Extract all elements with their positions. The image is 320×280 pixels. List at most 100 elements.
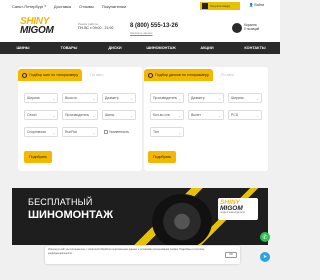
disk-diameter-select[interactable]: Диаметр ⌄ — [188, 93, 224, 103]
chevron-down-icon: ▾ — [44, 4, 46, 8]
chevron-down-icon: ⌄ — [92, 131, 95, 135]
cookie-accept-button[interactable]: Ок — [225, 252, 237, 258]
chevron-down-icon: ⌄ — [218, 97, 221, 101]
width-label: Ширина — [27, 96, 40, 100]
banner-line2: ШИНОМОНТАЖ — [28, 209, 114, 221]
tab-disk-by-car[interactable]: По авто — [213, 69, 234, 81]
chevron-down-icon: ⌄ — [52, 97, 55, 101]
chevron-down-icon: ⌄ — [178, 97, 181, 101]
runflat-select[interactable]: RunFlat ⌄ — [62, 127, 98, 137]
disk-submit-button[interactable]: Подобрать — [148, 151, 176, 163]
user-icon: 👤 — [249, 3, 254, 7]
disk-selection-form: Подбор дисков по типоразмеру По авто Про… — [144, 67, 268, 171]
banner-logo: SHINY MIGOM ПОДБОР ШИН И ДИСКОВ — [218, 198, 258, 220]
tab-label: Подбор дисков по типоразмеру — [155, 73, 209, 77]
tire-image — [152, 194, 212, 245]
height-label: Высота — [65, 96, 77, 100]
promo-text: Получите скидку — [210, 4, 231, 8]
tire-icon — [22, 72, 27, 78]
tab-disk-by-size[interactable]: Подбор дисков по типоразмеру — [144, 69, 213, 81]
callback-link[interactable]: Заказать звонок — [130, 31, 152, 35]
city-selector[interactable]: Санкт-Петербург ▾ — [12, 4, 46, 9]
studs-select[interactable]: Шипы ⌄ — [102, 110, 136, 120]
telegram-icon[interactable]: ➤ — [260, 252, 270, 262]
nav-item-disks[interactable]: ДИСКИ — [92, 46, 138, 50]
main-nav: ШИНЫ ТОВАРЫ ДИСКИ ШИНОМОНТАЖ АКЦИИ КОНТА… — [0, 42, 280, 54]
cart-count: 0 позиций — [244, 27, 260, 31]
tab-tire-by-size[interactable]: Подбор шин по типоразмеру — [18, 69, 83, 81]
tire-submit-button[interactable]: Подобрать — [24, 151, 52, 163]
whatsapp-icon[interactable]: ✆ — [260, 232, 270, 242]
chevron-down-icon: ⌄ — [178, 114, 181, 118]
promo-banner[interactable]: Получите скидку — [200, 2, 240, 10]
tire-selection-form: Подбор шин по типоразмеру По авто Ширина… — [18, 67, 142, 171]
chevron-down-icon: ⌄ — [52, 131, 55, 135]
form-tabs: Подбор дисков по типоразмеру По авто — [144, 67, 268, 81]
manufacturer-select[interactable]: Производитель ⌄ — [62, 110, 98, 120]
cart-info[interactable]: Корзина 0 позиций — [244, 23, 259, 31]
logo[interactable]: SHINY MIGOM — [20, 17, 56, 37]
disk-width-label: Ширина — [231, 96, 244, 100]
chevron-down-icon: ⌄ — [256, 97, 259, 101]
manufacturer-label: Производитель — [65, 113, 90, 117]
phone-number[interactable]: 8 (800) 555-13-26 — [130, 23, 178, 29]
nav-item-tires[interactable]: ШИНЫ — [0, 46, 46, 50]
diameter-select[interactable]: Диаметр ⌄ — [102, 93, 136, 103]
nav-item-contacts[interactable]: КОНТАКТЫ — [230, 46, 280, 50]
disk-manufacturer-select[interactable]: Производитель ⌄ — [150, 93, 184, 103]
offset-select[interactable]: Вылет ⌄ — [188, 110, 224, 120]
disk-width-select[interactable]: Ширина ⌄ — [228, 93, 262, 103]
cookie-text: Используя сайт, вы соглашаетесь с полити… — [48, 248, 205, 255]
nav-item-goods[interactable]: ТОВАРЫ — [46, 46, 92, 50]
studs-label: Шипы — [105, 113, 115, 117]
form-tabs: Подбор шин по типоразмеру По авто — [18, 67, 142, 81]
pcd-label: PCD — [231, 113, 239, 117]
disk-diameter-label: Диаметр — [191, 96, 205, 100]
chevron-down-icon: ⌄ — [92, 97, 95, 101]
disk-icon — [148, 72, 153, 78]
reinforced-label: Усиленность — [109, 130, 130, 134]
checkbox-box — [104, 130, 108, 134]
cart-icon[interactable] — [232, 23, 242, 33]
login-label: Войти — [254, 3, 265, 7]
work-hours: Режим работы ПН-ВС с 09:00 - 21:00 — [78, 22, 113, 30]
nav-item-tire-service[interactable]: ШИНОМОНТАЖ — [138, 46, 184, 50]
city-label: Санкт-Петербург — [12, 3, 44, 9]
season-select[interactable]: Сезон ⌄ — [24, 110, 58, 120]
tab-label: Подбор шин по типоразмеру — [29, 73, 79, 77]
top-link-delivery[interactable]: Доставка — [54, 4, 71, 9]
holes-label: Кол-во отв. — [153, 113, 171, 117]
hours-value: ПН-ВС с 09:00 - 21:00 — [78, 26, 114, 30]
free-tire-service-banner[interactable]: БЕСПЛАТНЫЙ ШИНОМОНТАЖ SHINY MIGOM ПОДБОР… — [12, 188, 268, 245]
sport-select[interactable]: Спортивная ⌄ — [24, 127, 58, 137]
chevron-down-icon: ⌄ — [178, 131, 181, 135]
chevron-down-icon: ⌄ — [52, 114, 55, 118]
reinforced-checkbox[interactable]: Усиленность — [104, 130, 129, 134]
runflat-label: RunFlat — [65, 130, 77, 134]
login-button[interactable]: 👤 Войти — [249, 3, 264, 7]
disk-manufacturer-label: Производитель — [153, 96, 178, 100]
header: SHINY MIGOM Режим работы ПН-ВС с 09:00 -… — [0, 12, 280, 42]
chevron-down-icon: ⌄ — [218, 114, 221, 118]
sport-label: Спортивная — [27, 130, 46, 134]
height-select[interactable]: Высота ⌄ — [62, 93, 98, 103]
holes-select[interactable]: Кол-во отв. ⌄ — [150, 110, 184, 120]
offset-label: Вылет — [191, 113, 202, 117]
chevron-down-icon: ⌄ — [130, 97, 133, 101]
tab-tire-by-car[interactable]: По авто — [82, 69, 103, 81]
pcd-select[interactable]: PCD ⌄ — [228, 110, 262, 120]
banner-logo-sub: ПОДБОР ШИН И ДИСКОВ — [220, 212, 245, 214]
banner-line1: БЕСПЛАТНЫЙ — [28, 197, 93, 207]
season-label: Сезон — [27, 113, 37, 117]
chevron-down-icon: ⌄ — [130, 114, 133, 118]
top-link-reviews[interactable]: Отзывы — [79, 4, 94, 9]
top-bar: Санкт-Петербург ▾ Доставка Отзывы Покупат… — [0, 0, 280, 12]
nav-item-sales[interactable]: АКЦИИ — [184, 46, 230, 50]
disk-type-select[interactable]: Тип ⌄ — [150, 127, 184, 137]
diameter-label: Диаметр — [105, 96, 119, 100]
logo-line2: MIGOM — [20, 25, 54, 36]
width-select[interactable]: Ширина ⌄ — [24, 93, 58, 103]
cookie-notice: Используя сайт, вы соглашаетесь с полити… — [45, 246, 240, 264]
top-link-customers[interactable]: Покупателям — [102, 4, 126, 9]
disk-type-label: Тип — [153, 130, 159, 134]
